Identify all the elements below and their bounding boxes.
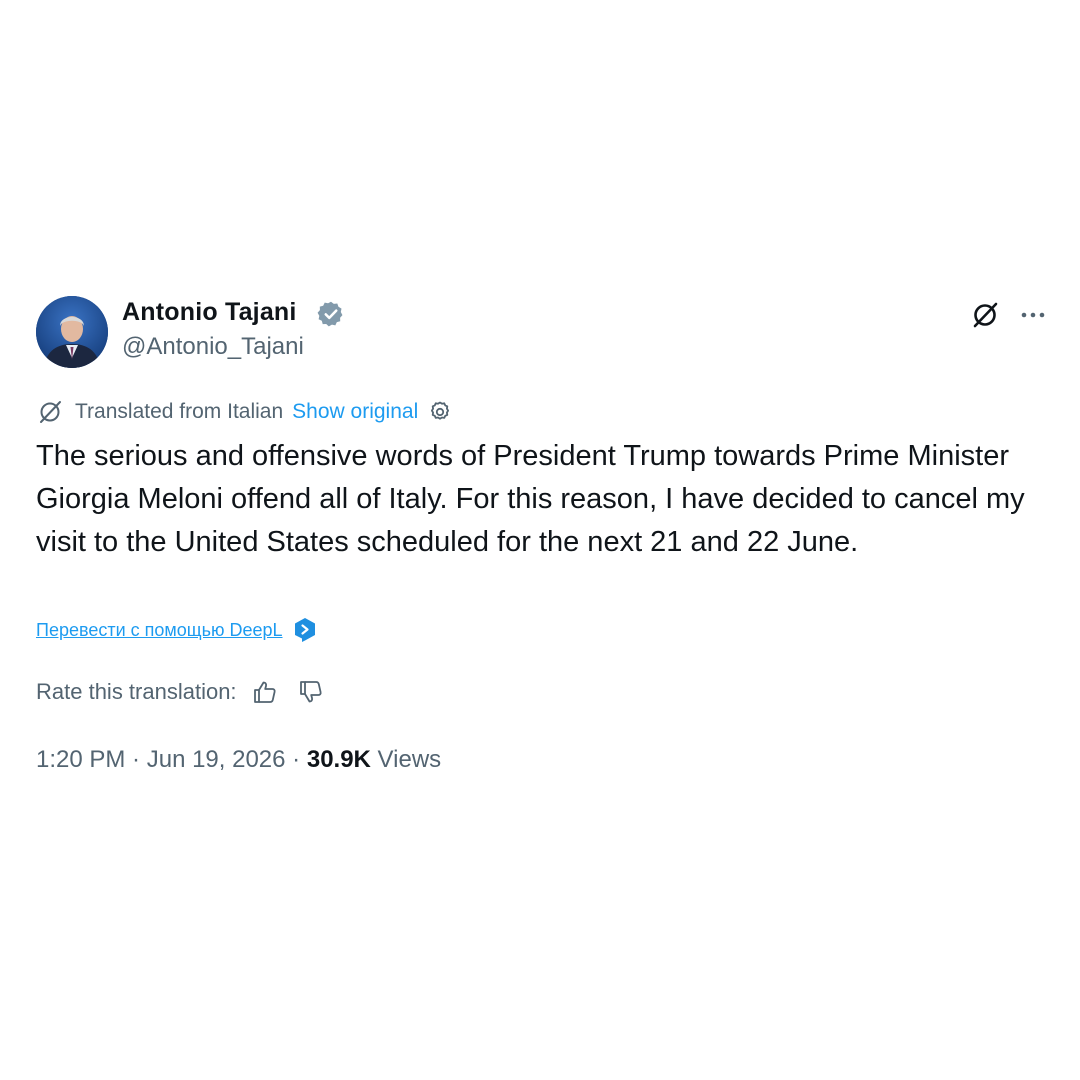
author-handle[interactable]: @Antonio_Tajani <box>122 332 304 362</box>
meta-separator: · <box>285 746 307 773</box>
deepl-logo-icon[interactable] <box>293 617 317 643</box>
avatar-image <box>36 296 108 368</box>
views-label[interactable]: Views <box>371 746 442 774</box>
rate-translation: Rate this translation: <box>36 676 325 708</box>
deepl-translate-link[interactable]: Перевести с помощью DeepL <box>36 620 283 641</box>
rate-translation-label: Rate this translation: <box>36 679 237 704</box>
meta-separator: · <box>125 746 147 773</box>
author-name[interactable]: Antonio Tajani <box>122 296 297 328</box>
tweet-text: The serious and offensive words of Presi… <box>36 440 1025 558</box>
grok-translate-icon <box>40 401 61 423</box>
more-options-icon[interactable] <box>1018 300 1048 330</box>
settings-gear-icon[interactable] <box>428 400 452 424</box>
deepl-translate: Перевести с помощью DeepL <box>36 616 317 644</box>
tweet-card: Antonio Tajani @Antonio_Tajani Translate… <box>0 276 1080 804</box>
grok-icon[interactable] <box>970 300 1000 330</box>
tweet-date[interactable]: Jun 19, 2026 <box>147 746 286 774</box>
thumbs-down-icon[interactable] <box>297 678 325 706</box>
translated-from-label: Translated from Italian <box>75 400 284 423</box>
tweet-time[interactable]: 1:20 PM <box>36 746 125 774</box>
translation-notice: Translated from Italian Show original <box>36 397 452 427</box>
verified-badge-icon[interactable] <box>317 300 345 328</box>
views-count[interactable]: 30.9K <box>307 746 371 774</box>
show-original-link[interactable]: Show original <box>292 400 418 424</box>
thumbs-up-icon[interactable] <box>251 678 279 706</box>
tweet-meta: 1:20 PM · Jun 19, 2026 · 30.9K Views <box>36 744 441 776</box>
avatar[interactable] <box>36 296 108 368</box>
